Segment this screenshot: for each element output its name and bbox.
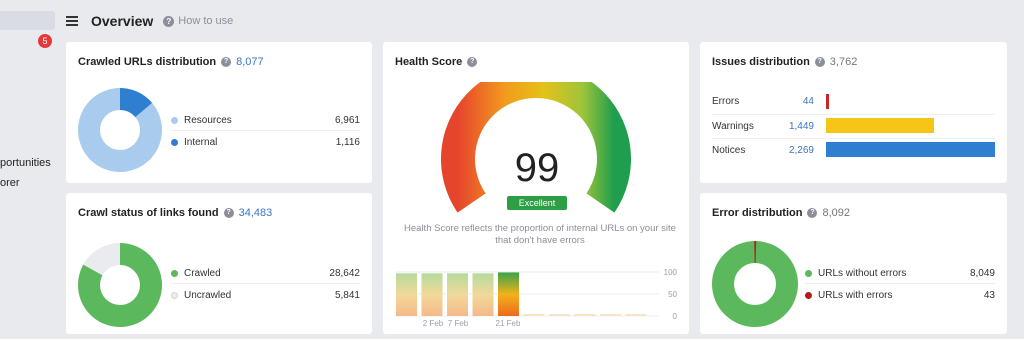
- crawled-urls-title: Crawled URLs distribution: [78, 56, 217, 68]
- issues-distribution-card: Issues distribution ? 3,762 Errors 44 Wa…: [700, 42, 1007, 183]
- history-bar-empty: [600, 314, 621, 316]
- error-distribution-donut: [712, 241, 798, 327]
- sidebar-item-opportunities[interactable]: portunities: [0, 157, 51, 169]
- legend-label: Crawled: [184, 268, 221, 279]
- legend-dot: [805, 270, 812, 277]
- crawled-urls-card: Crawled URLs distribution ? 8,077 Resour…: [66, 42, 372, 183]
- y-tick-label: 100: [664, 268, 678, 277]
- issue-label-errors: Errors: [712, 96, 740, 107]
- legend-dot: [171, 292, 178, 299]
- issue-value-errors[interactable]: 44: [774, 96, 814, 107]
- history-bar[interactable]: [447, 273, 468, 316]
- legend-item-uncrawled: Uncrawled: [171, 290, 231, 301]
- issue-bar-notices[interactable]: [826, 142, 995, 157]
- issue-bar-warnings[interactable]: [826, 118, 934, 133]
- history-bar[interactable]: [472, 273, 494, 316]
- legend-value: 28,642: [329, 268, 360, 279]
- legend-dot: [171, 117, 178, 124]
- legend-value: 1,116: [335, 137, 360, 148]
- sidebar: 5 portunities orer: [0, 0, 55, 339]
- y-tick-label: 50: [668, 290, 677, 299]
- divider: [712, 138, 995, 139]
- crawled-urls-count[interactable]: 8,077: [236, 56, 264, 68]
- legend-item-internal: Internal: [171, 137, 217, 148]
- sidebar-active-item[interactable]: [0, 11, 55, 30]
- legend-label: Internal: [184, 137, 218, 148]
- help-icon[interactable]: ?: [221, 57, 232, 67]
- legend-label: Uncrawled: [184, 290, 232, 301]
- history-bar[interactable]: [421, 273, 443, 316]
- divider: [712, 114, 995, 115]
- help-icon[interactable]: ?: [814, 57, 825, 67]
- error-distribution-count: 8,092: [822, 207, 850, 219]
- legend-item-without-errors: URLs without errors: [805, 268, 906, 279]
- health-score-value: 99: [514, 146, 560, 190]
- card-title: Error distribution ? 8,092: [712, 207, 850, 219]
- history-bar[interactable]: [396, 273, 417, 316]
- health-score-card: Health Score ? 99 Excellent Health Score…: [383, 42, 689, 334]
- divider: [171, 130, 360, 131]
- x-tick-label: 21 Feb: [496, 319, 521, 328]
- health-score-title: Health Score: [395, 56, 463, 68]
- history-bar-empty: [523, 314, 545, 316]
- legend-value: 43: [983, 290, 995, 301]
- help-icon[interactable]: ?: [223, 208, 234, 218]
- issues-count: 3,762: [829, 56, 858, 68]
- legend-value: 5,841: [334, 290, 360, 301]
- legend-value: 8,049: [969, 268, 995, 279]
- score-badge: Excellent: [507, 196, 567, 210]
- issues-title: Issues distribution: [712, 56, 810, 68]
- x-tick-label: 7 Feb: [448, 319, 469, 328]
- history-bar[interactable]: [498, 272, 519, 316]
- crawled-urls-donut: [78, 88, 162, 172]
- crawl-status-title: Crawl status of links found: [78, 207, 219, 219]
- legend-item-resources: Resources: [171, 115, 232, 126]
- legend-item-with-errors: URLs with errors: [805, 290, 892, 301]
- legend-label: Resources: [184, 115, 232, 126]
- legend-dot: [171, 270, 178, 277]
- health-score-history-chart: 100 50 0 2 Feb 7 Feb 21 Feb: [395, 268, 678, 328]
- card-title: Issues distribution ? 3,762: [712, 56, 857, 68]
- page-title: Overview: [91, 13, 154, 29]
- card-title: Health Score ?: [395, 56, 478, 68]
- card-title: Crawled URLs distribution ? 8,077: [78, 56, 264, 68]
- legend-label: URLs without errors: [818, 268, 907, 279]
- crawl-status-count[interactable]: 34,483: [239, 207, 273, 219]
- issue-label-notices: Notices: [712, 145, 746, 156]
- help-icon[interactable]: ?: [163, 15, 175, 27]
- menu-icon[interactable]: [66, 16, 78, 26]
- notification-badge: 5: [38, 34, 52, 48]
- history-bar-empty: [625, 314, 647, 316]
- legend-item-crawled: Crawled: [171, 268, 221, 279]
- crawl-status-donut: [78, 243, 162, 327]
- history-bar-empty: [549, 314, 570, 316]
- legend-value: 6,961: [334, 115, 360, 126]
- divider: [171, 283, 360, 284]
- issue-value-notices[interactable]: 2,269: [774, 145, 814, 156]
- how-to-use-link[interactable]: How to use: [178, 15, 233, 27]
- x-tick-label: 2 Feb: [423, 319, 444, 328]
- legend-dot: [171, 139, 178, 146]
- divider: [805, 283, 995, 284]
- issue-bar-errors[interactable]: [826, 94, 829, 109]
- sidebar-item-explorer[interactable]: orer: [0, 177, 20, 189]
- issue-value-warnings[interactable]: 1,449: [774, 121, 814, 132]
- crawl-status-card: Crawl status of links found ? 34,483 Cra…: [66, 193, 372, 334]
- help-icon[interactable]: ?: [807, 208, 818, 218]
- help-icon[interactable]: ?: [467, 57, 478, 67]
- error-distribution-title: Error distribution: [712, 207, 803, 219]
- error-distribution-card: Error distribution ? 8,092 URLs without …: [700, 193, 1007, 334]
- legend-dot: [805, 292, 812, 299]
- y-tick-label: 0: [673, 312, 678, 321]
- issue-label-warnings: Warnings: [712, 121, 754, 132]
- legend-label: URLs with errors: [818, 290, 893, 301]
- health-score-description: Health Score reflects the proportion of …: [404, 223, 676, 246]
- history-bar-empty: [574, 314, 596, 316]
- page-header: Overview ? How to use: [66, 11, 233, 31]
- card-title: Crawl status of links found ? 34,483: [78, 207, 272, 219]
